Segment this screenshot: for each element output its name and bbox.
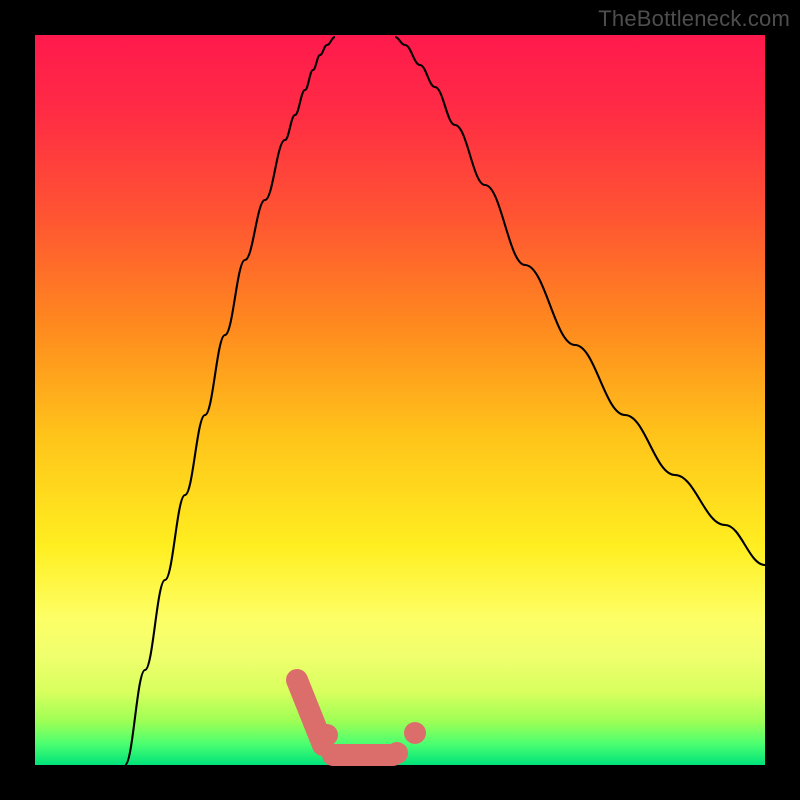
- left-cluster-dot: [316, 724, 338, 746]
- watermark-text: TheBottleneck.com: [598, 6, 790, 32]
- right-dot: [404, 722, 426, 744]
- curves-svg: [35, 35, 765, 765]
- right-curve: [395, 37, 765, 565]
- left-curve: [125, 37, 335, 765]
- marker-group: [297, 680, 426, 766]
- plot-area: [35, 35, 765, 765]
- right-cap-dot: [386, 742, 408, 764]
- chart-frame: TheBottleneck.com: [0, 0, 800, 800]
